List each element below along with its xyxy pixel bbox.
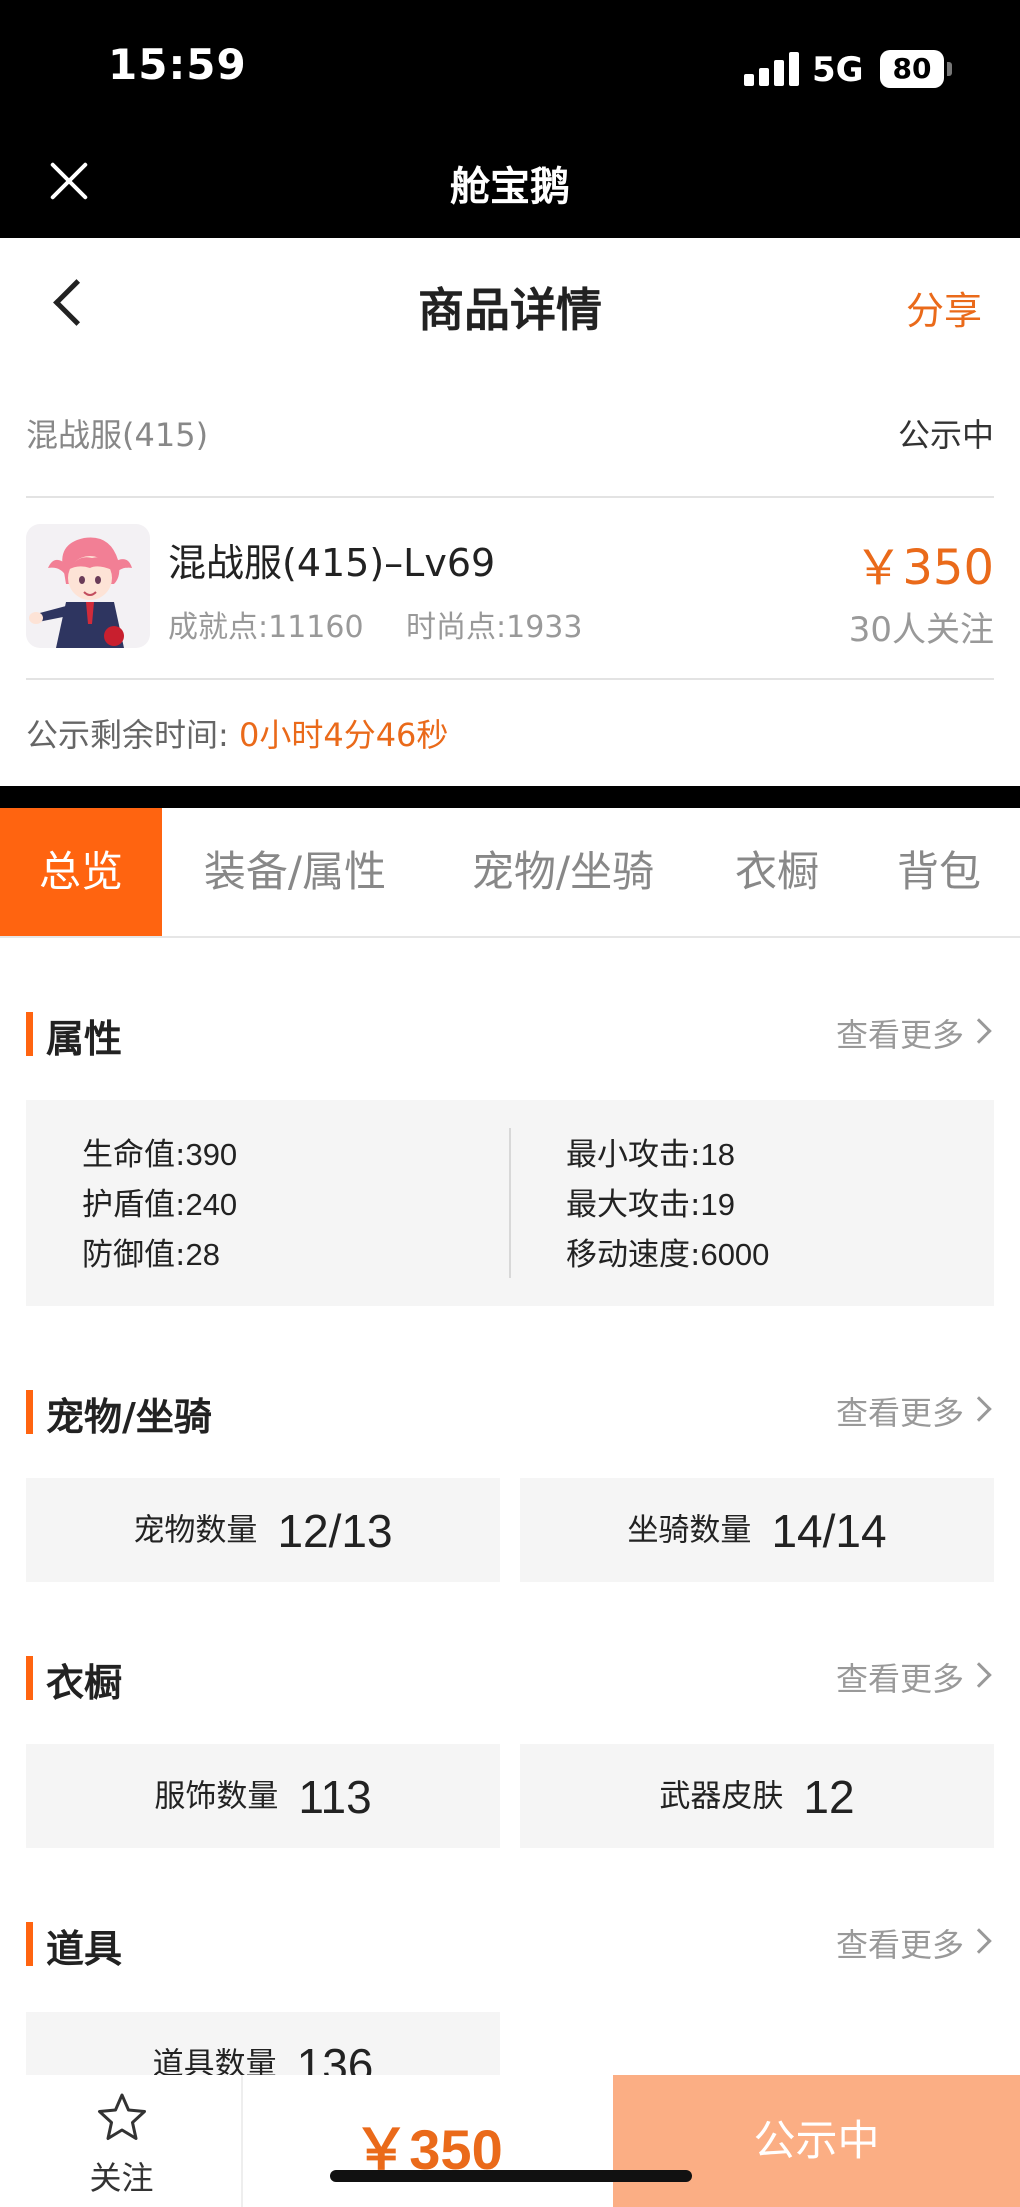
view-more-items[interactable]: 查看更多 bbox=[836, 1920, 964, 1966]
section-accent bbox=[26, 1390, 33, 1434]
section-accent bbox=[26, 1922, 33, 1966]
divider bbox=[26, 678, 994, 680]
tab-overview[interactable]: 总览 bbox=[0, 808, 162, 936]
character-avatar bbox=[26, 524, 150, 648]
share-button[interactable]: 分享 bbox=[906, 280, 982, 335]
mount-count-card[interactable]: 坐骑数量 14/14 bbox=[520, 1478, 994, 1582]
bottom-bar: 关注 ￥350 公示中 bbox=[0, 2075, 1020, 2207]
section-title: 衣橱 bbox=[46, 1661, 123, 1705]
attr-move-speed: 移动速度:6000 bbox=[566, 1237, 770, 1273]
page-header: 商品详情 分享 bbox=[0, 238, 1020, 368]
divider bbox=[26, 496, 994, 498]
home-indicator bbox=[330, 2170, 692, 2182]
tab-pets[interactable]: 宠物/坐骑 bbox=[446, 808, 680, 936]
item-title: 混战服(415)–Lv69 bbox=[168, 541, 496, 585]
countdown-value: 0小时4分46秒 bbox=[238, 716, 449, 754]
attributes-left: 生命值:390 护盾值:240 防御值:28 bbox=[82, 1130, 237, 1280]
battery-icon: 80 bbox=[880, 50, 952, 88]
page-title: 商品详情 bbox=[418, 283, 602, 337]
signal-icon bbox=[744, 52, 800, 86]
item-summary[interactable]: 混战服(415)–Lv69 成就点:11160 时尚点:1933 ￥350 30… bbox=[26, 520, 994, 650]
section-items: 道具 查看更多 bbox=[26, 1914, 994, 1974]
pet-count-card[interactable]: 宠物数量 12/13 bbox=[26, 1478, 500, 1582]
remaining-time-label: 公示剩余时间: bbox=[26, 716, 229, 754]
outfit-count-card[interactable]: 服饰数量 113 bbox=[26, 1744, 500, 1848]
view-more-wardrobe[interactable]: 查看更多 bbox=[836, 1654, 964, 1700]
attr-min-attack: 最小攻击:18 bbox=[566, 1137, 735, 1173]
app-title: 舱宝鹅 bbox=[450, 164, 570, 210]
app-bar: 舱宝鹅 bbox=[0, 130, 1020, 238]
follower-count: 30人关注 bbox=[848, 610, 994, 650]
attributes-panel: 生命值:390 护盾值:240 防御值:28 最小攻击:18 最大攻击:19 移… bbox=[26, 1100, 994, 1306]
section-pets: 宠物/坐骑 查看更多 bbox=[26, 1382, 994, 1442]
chevron-right-icon[interactable] bbox=[966, 1662, 992, 1688]
status-time: 15:59 bbox=[108, 40, 247, 89]
attributes-divider bbox=[509, 1128, 511, 1278]
section-wardrobe: 衣橱 查看更多 bbox=[26, 1648, 994, 1708]
section-attributes: 属性 查看更多 bbox=[26, 1004, 994, 1064]
tab-wardrobe[interactable]: 衣橱 bbox=[714, 808, 840, 936]
tab-equipment[interactable]: 装备/属性 bbox=[178, 808, 412, 936]
chevron-right-icon[interactable] bbox=[966, 1928, 992, 1954]
fashion-points: 时尚点:1933 bbox=[406, 610, 583, 645]
follow-button[interactable]: 关注 bbox=[0, 2075, 243, 2207]
status-bar: 15:59 5G 80 bbox=[0, 0, 1020, 130]
section-title: 属性 bbox=[46, 1017, 123, 1061]
network-label: 5G bbox=[812, 50, 864, 90]
attr-shield: 护盾值:240 bbox=[82, 1187, 238, 1223]
chevron-right-icon[interactable] bbox=[966, 1018, 992, 1044]
star-icon bbox=[98, 2093, 146, 2140]
attr-defense: 防御值:28 bbox=[82, 1237, 220, 1273]
attributes-right: 最小攻击:18 最大攻击:19 移动速度:6000 bbox=[566, 1130, 769, 1280]
section-accent bbox=[26, 1656, 33, 1700]
chevron-right-icon[interactable] bbox=[966, 1396, 992, 1422]
section-accent bbox=[26, 1012, 33, 1056]
view-more-attributes[interactable]: 查看更多 bbox=[836, 1010, 964, 1056]
status-button[interactable]: 公示中 bbox=[613, 2075, 1020, 2207]
remaining-time: 公示剩余时间: 0小时4分46秒 bbox=[26, 710, 448, 756]
section-title: 道具 bbox=[46, 1927, 123, 1971]
tab-bar: 总览 装备/属性 宠物/坐骑 衣橱 背包 bbox=[0, 808, 1020, 938]
item-price: ￥350 bbox=[854, 540, 994, 596]
section-title: 宠物/坐骑 bbox=[46, 1395, 212, 1439]
achievement-points: 成就点:11160 bbox=[168, 610, 364, 645]
view-more-pets[interactable]: 查看更多 bbox=[836, 1388, 964, 1434]
listing-status: 公示中 bbox=[897, 416, 994, 454]
attr-hp: 生命值:390 bbox=[82, 1137, 238, 1173]
follow-label: 关注 bbox=[89, 2159, 154, 2197]
server-row: 混战服(415) 公示中 bbox=[26, 400, 994, 464]
attr-max-attack: 最大攻击:19 bbox=[566, 1187, 735, 1223]
section-separator bbox=[0, 786, 1020, 808]
server-name: 混战服(415) bbox=[26, 416, 209, 454]
tab-bag[interactable]: 背包 bbox=[874, 808, 1004, 936]
weapon-skin-card[interactable]: 武器皮肤 12 bbox=[520, 1744, 994, 1848]
